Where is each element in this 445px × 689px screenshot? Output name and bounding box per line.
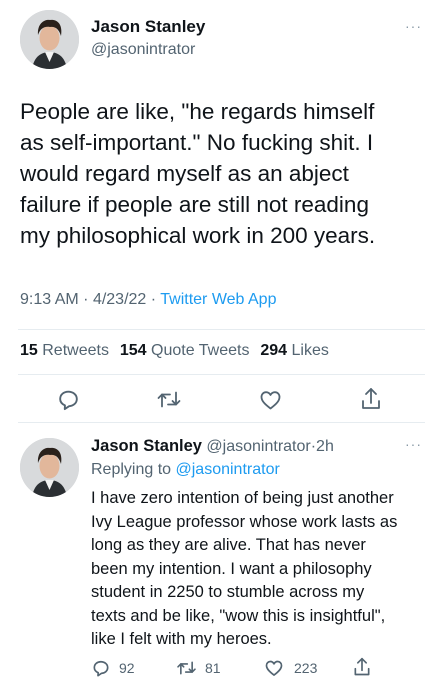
tweet-text-line: People are like, "he regards himself bbox=[20, 99, 375, 124]
divider bbox=[18, 329, 425, 330]
tweet-source[interactable]: Twitter Web App bbox=[160, 291, 276, 308]
reply-more-icon[interactable]: ··· bbox=[405, 436, 422, 452]
replying-to-handle[interactable]: @jasonintrator bbox=[176, 461, 280, 478]
share-icon bbox=[354, 657, 370, 676]
likes-count: 294 bbox=[260, 342, 288, 359]
tweet-meta: 9:13 AM · 4/23/22 · Twitter Web App bbox=[20, 291, 276, 309]
reply-author-avatar[interactable] bbox=[20, 438, 79, 497]
like-count: 223 bbox=[294, 660, 318, 676]
tweet-date[interactable]: 4/23/22 bbox=[93, 291, 146, 308]
reply-header: Jason Stanley @jasonintrator·2h bbox=[91, 437, 334, 456]
share-button[interactable] bbox=[359, 386, 383, 412]
reply-reply-button[interactable]: 92 bbox=[91, 658, 135, 678]
author-handle[interactable]: @jasonintrator bbox=[91, 41, 195, 59]
author-avatar[interactable] bbox=[20, 10, 79, 69]
like-icon bbox=[265, 660, 283, 676]
like-icon bbox=[260, 391, 281, 410]
reply-text-line: texts and be like, "wow this is insightf… bbox=[91, 606, 386, 625]
divider bbox=[18, 374, 425, 375]
tweet-text-line: failure if people are still not reading bbox=[20, 192, 369, 217]
reply-text-line: long as they are alive. That has never bbox=[91, 536, 366, 554]
quotes-stat[interactable]: 154 Quote Tweets bbox=[120, 342, 254, 359]
reply-text-line: I have zero intention of being just anot… bbox=[91, 489, 394, 507]
tweet-time[interactable]: 9:13 AM bbox=[20, 291, 79, 308]
retweet-count: 81 bbox=[205, 660, 221, 676]
reply-text-line: like I felt with my heroes. bbox=[91, 630, 272, 648]
reply-icon bbox=[59, 390, 78, 411]
divider bbox=[18, 422, 425, 423]
tweet-stats: 15 Retweets 154 Quote Tweets 294 Likes bbox=[20, 342, 329, 360]
avatar-image bbox=[20, 10, 79, 69]
reply-text-line: been my intention. I want a philosophy bbox=[91, 559, 372, 578]
tweet-text: People are like, "he regards himself as … bbox=[20, 96, 432, 251]
reply-icon bbox=[93, 660, 109, 677]
more-icon[interactable]: ··· bbox=[405, 18, 422, 34]
retweets-stat[interactable]: 15 Retweets bbox=[20, 342, 113, 359]
reply-author-handle[interactable]: @jasonintrator bbox=[206, 438, 310, 455]
quotes-count: 154 bbox=[119, 342, 147, 359]
share-icon bbox=[362, 388, 380, 409]
replying-to-label: Replying to bbox=[91, 461, 172, 478]
like-button[interactable] bbox=[258, 388, 283, 412]
reply-age[interactable]: 2h bbox=[316, 438, 334, 455]
reply-text: I have zero intention of being just anot… bbox=[91, 487, 431, 652]
likes-stat[interactable]: 294 Likes bbox=[260, 342, 329, 359]
reply-retweet-button[interactable]: 81 bbox=[176, 658, 221, 678]
meta-separator: · bbox=[150, 291, 157, 308]
retweet-icon bbox=[157, 391, 181, 408]
replying-to: Replying to @jasonintrator bbox=[91, 461, 280, 479]
tweet-text-line: would regard myself as an abject bbox=[20, 161, 349, 186]
reply-count: 92 bbox=[119, 660, 135, 676]
retweet-icon bbox=[177, 661, 196, 675]
reply-share-button[interactable] bbox=[352, 656, 372, 683]
reply-text-line: Ivy League professor whose work lasts as bbox=[91, 512, 398, 531]
reply-text-line: student in 2250 to stumble across my bbox=[91, 583, 365, 601]
retweets-count: 15 bbox=[20, 342, 38, 359]
tweet-text-line: as self-important." No fucking shit. I bbox=[20, 130, 374, 155]
reply-author-name[interactable]: Jason Stanley bbox=[91, 437, 202, 455]
likes-label: Likes bbox=[291, 342, 329, 359]
reply-like-button[interactable]: 223 bbox=[264, 658, 317, 678]
avatar-image bbox=[20, 438, 79, 497]
tweet-text-line: my philosophical work in 200 years. bbox=[20, 223, 376, 248]
author-name[interactable]: Jason Stanley bbox=[91, 17, 205, 37]
retweets-label: Retweets bbox=[42, 342, 109, 359]
reply-button[interactable] bbox=[56, 387, 81, 412]
retweet-button[interactable] bbox=[156, 387, 182, 412]
meta-separator: · bbox=[83, 291, 89, 308]
quotes-label: Quote Tweets bbox=[151, 342, 250, 359]
